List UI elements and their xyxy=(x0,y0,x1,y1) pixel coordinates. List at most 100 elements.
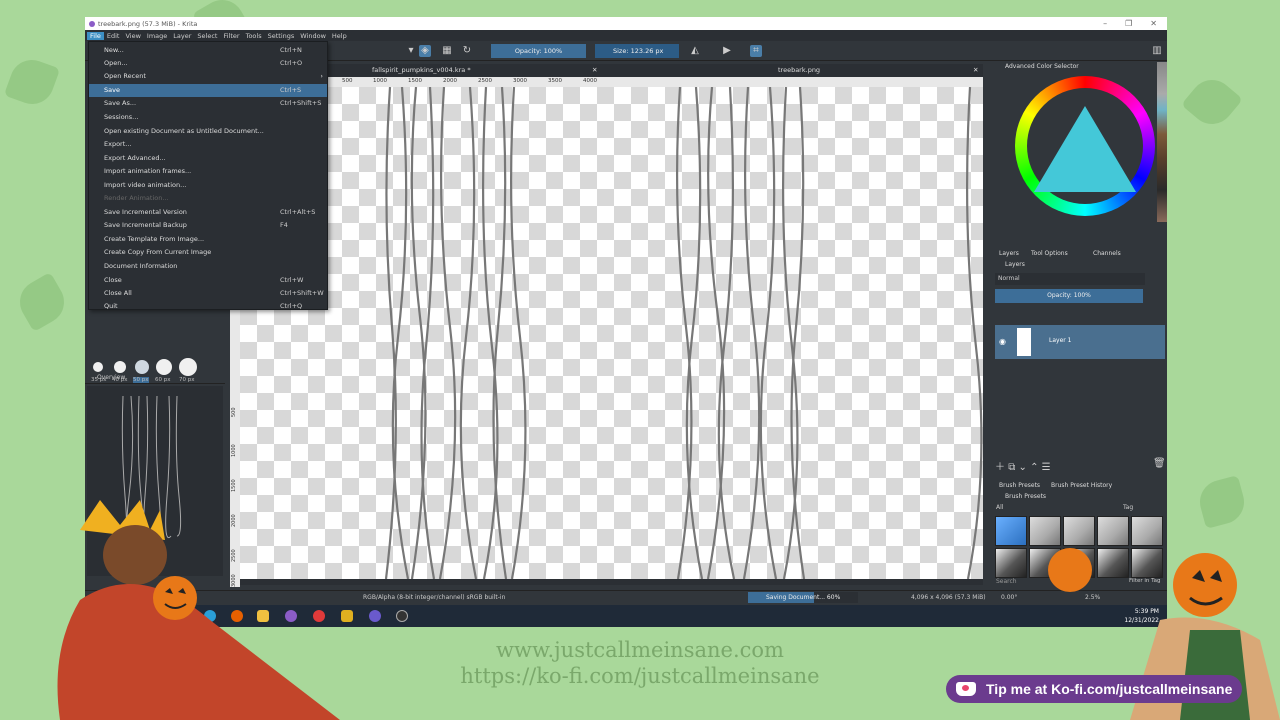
menu-item-shortcut: Ctrl+Alt+S xyxy=(280,208,316,216)
layer-row[interactable]: ◉ Layer 1 xyxy=(995,325,1165,359)
delete-layer-icon[interactable]: 🗑 xyxy=(1153,458,1166,469)
right-docker: Advanced Color Selector Layers Tool Opti… xyxy=(993,62,1167,590)
recorder-icon[interactable] xyxy=(396,610,408,622)
menu-item-label: New... xyxy=(104,46,124,54)
close-button[interactable]: ✕ xyxy=(1150,19,1157,28)
tab-fallspirit[interactable]: fallspirit_pumpkins_v004.kra * xyxy=(372,64,471,77)
menu-item-label: Export... xyxy=(104,140,132,148)
tab-tool-options[interactable]: Tool Options xyxy=(1031,250,1068,257)
menu-item[interactable]: Sessions... xyxy=(89,111,327,124)
color-history-swatches[interactable] xyxy=(1157,62,1167,222)
menu-item[interactable]: Save Incremental Backup F4 xyxy=(89,219,327,232)
tab-brush-presets[interactable]: Brush Presets xyxy=(999,482,1040,489)
menu-item-label: Create Copy From Current Image xyxy=(104,248,212,256)
menu-help[interactable]: Help xyxy=(329,32,350,40)
eraser-mode-icon[interactable]: ◈ xyxy=(419,45,431,57)
menu-item[interactable]: Save As... Ctrl+Shift+S xyxy=(89,97,327,110)
menu-item[interactable]: Close Ctrl+W xyxy=(89,274,327,287)
menu-item-shortcut: Ctrl+N xyxy=(280,46,302,54)
wrap-around-icon[interactable]: ⌗ xyxy=(750,45,762,57)
menu-item-label: Save As... xyxy=(104,99,137,107)
menu-select[interactable]: Select xyxy=(194,32,220,40)
minimize-button[interactable]: – xyxy=(1103,19,1107,28)
menu-item: Render Animation... xyxy=(89,192,327,205)
docker-toggle-icon[interactable]: ▥ xyxy=(1151,45,1163,57)
menu-item[interactable]: Import video animation... xyxy=(89,179,327,192)
tab-brush-preset-history[interactable]: Brush Preset History xyxy=(1051,482,1112,489)
menu-item-label: Import animation frames... xyxy=(104,167,192,175)
menu-item[interactable]: Export... xyxy=(89,138,327,151)
size-slider[interactable]: Size: 123.26 px xyxy=(595,44,679,58)
move-down-icon[interactable]: ⌄ xyxy=(1019,462,1027,473)
menu-item[interactable]: Import animation frames... xyxy=(89,165,327,178)
menu-item[interactable]: Open existing Document as Untitled Docum… xyxy=(89,125,327,138)
color-selector-title: Advanced Color Selector xyxy=(1005,63,1079,70)
layer-opacity-slider[interactable]: Opacity: 100% xyxy=(995,289,1143,303)
menu-item[interactable]: New... Ctrl+N xyxy=(89,44,327,57)
menu-settings[interactable]: Settings xyxy=(265,32,298,40)
move-up-icon[interactable]: ⌃ xyxy=(1030,462,1038,473)
menu-item[interactable]: Close All Ctrl+Shift+W xyxy=(89,287,327,300)
color-selector-header: Advanced Color Selector xyxy=(993,62,1167,72)
layer-properties-icon[interactable]: ☰ xyxy=(1042,462,1051,473)
tag-button[interactable]: Tag xyxy=(1123,504,1133,511)
blend-mode-select[interactable]: Normal xyxy=(995,273,1145,285)
kofi-cup-icon xyxy=(956,682,976,696)
reload-preset-icon[interactable]: ↻ xyxy=(461,45,473,57)
layers-title: Layers xyxy=(1005,261,1025,268)
menu-view[interactable]: View xyxy=(122,32,143,40)
menu-image[interactable]: Image xyxy=(144,32,170,40)
alpha-lock-icon[interactable]: ▦ xyxy=(441,45,453,57)
submenu-arrow-icon: › xyxy=(320,72,323,80)
menu-item[interactable]: Export Advanced... xyxy=(89,152,327,165)
menu-item-label: Render Animation... xyxy=(104,194,169,202)
layer-actions: ＋ ⧉ ⌄ ⌃ ☰ xyxy=(995,458,1051,473)
mirror-horizontal-icon[interactable]: ◭ xyxy=(689,45,701,57)
menu-window[interactable]: Window xyxy=(297,32,329,40)
saving-label: Saving Document... 60% xyxy=(766,594,841,601)
color-wheel[interactable] xyxy=(1015,76,1155,216)
preset-filter-select[interactable]: All xyxy=(996,504,1003,511)
kofi-banner-text: Tip me at Ko-fi.com/justcallmeinsane xyxy=(986,681,1233,697)
menu-item-shortcut: Ctrl+S xyxy=(280,86,302,94)
dropdown-arrow-icon[interactable]: ▾ xyxy=(405,45,417,57)
menu-item-shortcut: Ctrl+W xyxy=(280,276,304,284)
close-tab-icon[interactable]: ✕ xyxy=(592,64,597,77)
add-layer-icon[interactable]: ＋ xyxy=(995,462,1005,473)
menu-filter[interactable]: Filter xyxy=(220,32,242,40)
tab-layers[interactable]: Layers xyxy=(999,250,1019,257)
kofi-banner[interactable]: Tip me at Ko-fi.com/justcallmeinsane xyxy=(946,675,1242,703)
menu-item[interactable]: Open... Ctrl+O xyxy=(89,57,327,70)
menu-item[interactable]: Open Recent › xyxy=(89,70,327,83)
menu-item[interactable]: Create Copy From Current Image xyxy=(89,246,327,259)
ruler-tick: 1000 xyxy=(373,78,387,84)
opacity-slider[interactable]: Opacity: 100% xyxy=(491,44,586,58)
menu-file[interactable]: File xyxy=(87,31,104,40)
menu-item[interactable]: Save Incremental Version Ctrl+Alt+S xyxy=(89,206,327,219)
visibility-eye-icon[interactable]: ◉ xyxy=(999,337,1006,346)
obs-icon[interactable] xyxy=(369,610,381,622)
close-tab-icon[interactable]: ✕ xyxy=(973,64,978,77)
duplicate-layer-icon[interactable]: ⧉ xyxy=(1008,462,1015,473)
menu-edit[interactable]: Edit xyxy=(104,32,123,40)
menu-item-label: Export Advanced... xyxy=(104,154,166,162)
menu-item[interactable]: Quit Ctrl+Q xyxy=(89,300,327,313)
brush-size-35[interactable] xyxy=(93,362,103,372)
menu-tools[interactable]: Tools xyxy=(243,32,265,40)
color-triangle[interactable] xyxy=(1034,106,1136,192)
brush-size-60[interactable] xyxy=(156,359,172,375)
document-tabs: fallspirit_pumpkins_v004.kra * ✕ treebar… xyxy=(328,64,983,77)
mirror-vertical-icon[interactable]: ▶ xyxy=(721,45,733,57)
ruler-tick: 500 xyxy=(342,78,353,84)
menu-layer[interactable]: Layer xyxy=(170,32,194,40)
overview-header: Overview xyxy=(85,374,225,384)
menu-item-shortcut: Ctrl+Shift+S xyxy=(280,99,322,107)
brush-size-40[interactable] xyxy=(114,361,126,373)
maximize-button[interactable]: ❐ xyxy=(1125,19,1132,28)
menu-item[interactable]: Document Information xyxy=(89,260,327,273)
menu-item[interactable]: Create Template From Image... xyxy=(89,233,327,246)
brush-size-50[interactable] xyxy=(135,360,149,374)
tab-treebark[interactable]: treebark.png xyxy=(778,64,820,77)
menu-item[interactable]: Save Ctrl+S xyxy=(89,84,327,97)
tab-channels[interactable]: Channels xyxy=(1093,250,1121,257)
